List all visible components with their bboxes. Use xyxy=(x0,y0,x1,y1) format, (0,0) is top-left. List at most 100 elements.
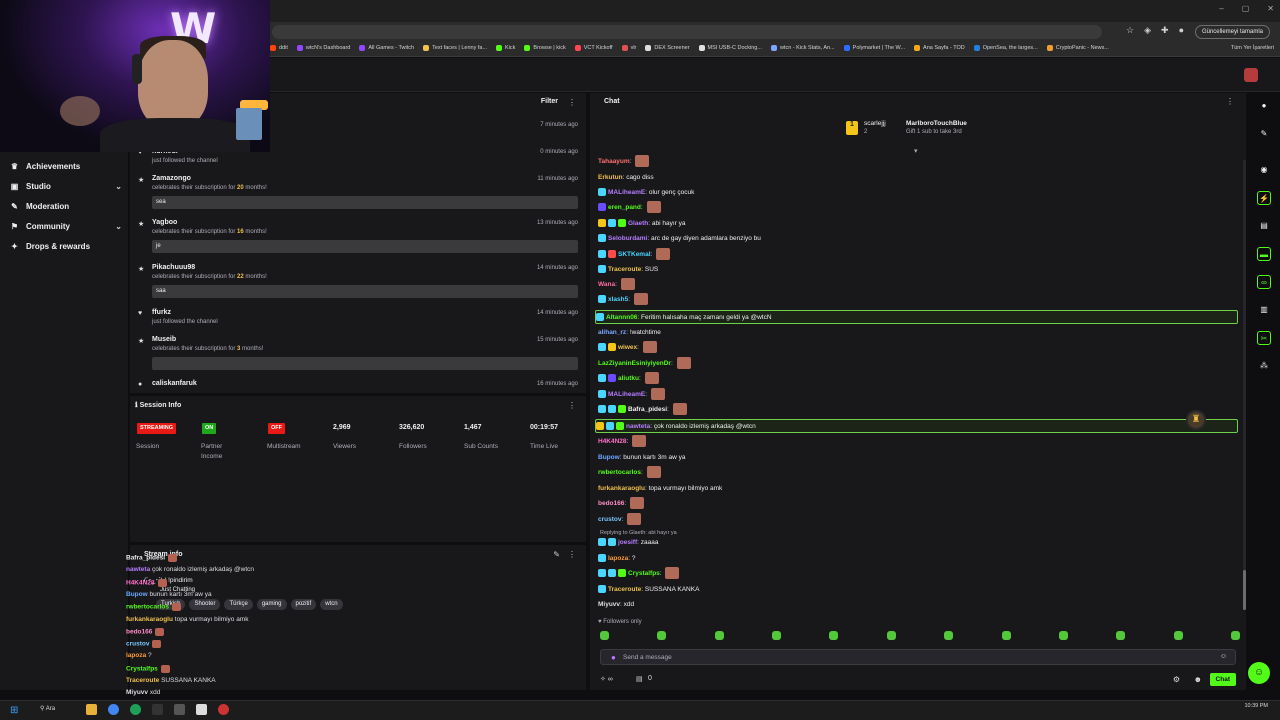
lightning-icon[interactable]: ⚡ xyxy=(1257,191,1271,205)
chat-scrollbar[interactable] xyxy=(1243,160,1246,610)
more-options-icon[interactable]: ⋮ xyxy=(568,98,576,107)
emote-icon[interactable] xyxy=(1116,631,1126,640)
bookmark-item[interactable]: Kick xyxy=(496,45,515,51)
sidebar-item-community[interactable]: ⚑ Community ⌄ xyxy=(10,222,122,231)
chat-username[interactable]: Altannn06 xyxy=(606,314,637,321)
puzzle-icon[interactable]: ✚ xyxy=(1161,25,1169,36)
bookmark-item[interactable]: CryptoPanic - News... xyxy=(1046,45,1109,51)
chat-username[interactable]: SKTKemal xyxy=(618,251,651,258)
feed-username[interactable]: Yagboo xyxy=(152,219,177,226)
taskbar-search[interactable]: ⚲ Ara xyxy=(40,705,55,712)
chat-username[interactable]: Bupow xyxy=(598,454,620,461)
chat-username[interactable]: Glaeth xyxy=(628,220,648,227)
pencil-icon[interactable]: ✎ xyxy=(1257,127,1271,141)
help-chat-button[interactable]: ☺ xyxy=(1248,662,1270,684)
chevron-down-icon[interactable]: ⌄ xyxy=(115,182,122,191)
bookmark-item[interactable]: All Games - Twitch xyxy=(359,45,414,51)
bookmark-item[interactable]: Browse | kick xyxy=(524,45,566,51)
points-icon[interactable]: ✧ ∞ xyxy=(600,675,613,683)
chat-username[interactable]: Traceroute xyxy=(608,266,641,273)
chat-username[interactable]: Bafra_pidesi xyxy=(628,406,667,413)
chat-username[interactable]: MALiheamE xyxy=(608,391,645,398)
bookmark-item[interactable]: MSI USB-C Docking... xyxy=(698,45,762,51)
app-icon[interactable] xyxy=(196,704,207,715)
bookmark-item[interactable]: Polymarket | The W... xyxy=(843,45,905,51)
chat-username[interactable]: Seloburdami xyxy=(608,235,647,242)
feed-username[interactable]: Zamazongo xyxy=(152,175,191,182)
chat-username[interactable]: Traceroute xyxy=(608,586,641,593)
link-icon[interactable]: ∞ xyxy=(1257,275,1271,289)
feed-username[interactable]: ffurkz xyxy=(152,309,171,316)
emote-icon[interactable] xyxy=(829,631,839,640)
floating-mascot-icon[interactable]: ♜ xyxy=(1186,410,1206,430)
app-icon[interactable] xyxy=(218,704,229,715)
bookmark-item[interactable]: VCT Kickoff xyxy=(574,45,613,51)
emote-icon[interactable] xyxy=(944,631,954,640)
emote-icon[interactable] xyxy=(772,631,782,640)
bookmark-item[interactable]: Ana Sayfa - TOD xyxy=(914,45,965,51)
session-more-icon[interactable]: ⋮ xyxy=(568,401,576,410)
chat-username[interactable]: nawteta xyxy=(626,423,650,430)
profile-icon[interactable]: ● xyxy=(1179,25,1184,36)
sidebar-item-drops-rewards[interactable]: ✦ Drops & rewards xyxy=(10,242,122,251)
windows-start-icon[interactable]: ⊞ xyxy=(10,705,18,716)
chat-username[interactable]: crustov xyxy=(598,516,621,523)
chat-input[interactable] xyxy=(623,652,1203,663)
chat-username[interactable]: wiwex xyxy=(618,344,637,351)
app-icon[interactable] xyxy=(152,704,163,715)
camera-icon[interactable]: ◉ xyxy=(1257,163,1271,177)
chat-username[interactable]: xlash5 xyxy=(608,296,628,303)
chat-username[interactable]: rwbertocarlos xyxy=(598,469,641,476)
emoji-icon[interactable]: ☺ xyxy=(1220,653,1227,660)
gift-leaderboard[interactable]: 1 scarlejjj 2 MarlboroTouchBlue Gift 1 s… xyxy=(846,119,996,145)
emote-icon[interactable] xyxy=(1058,631,1068,640)
chat-username[interactable]: lapoza xyxy=(608,555,628,562)
users-icon[interactable]: ☻ xyxy=(1194,675,1202,684)
chat-username[interactable]: eren_pand xyxy=(608,204,641,211)
chevron-down-icon[interactable]: ⌄ xyxy=(115,222,122,231)
server-icon[interactable]: ▥ xyxy=(1257,303,1271,317)
send-chat-button[interactable]: Chat xyxy=(1209,673,1236,686)
chat-username[interactable]: aliutku xyxy=(618,375,639,382)
chat-username[interactable]: Wana xyxy=(598,281,615,288)
chrome-icon[interactable] xyxy=(108,704,119,715)
address-bar[interactable] xyxy=(272,25,1102,39)
app-icon[interactable] xyxy=(174,704,185,715)
chat-username[interactable]: MALiheamE xyxy=(608,189,645,196)
info-icon[interactable]: ● xyxy=(1257,99,1271,113)
emote-icon[interactable] xyxy=(886,631,896,640)
maximize-icon[interactable]: ▢ xyxy=(1242,4,1250,13)
chat-username[interactable]: alihan_rz xyxy=(598,329,626,336)
stream-info-more-icon[interactable]: ⋮ xyxy=(568,550,576,559)
bookmark-item[interactable]: DEX Screener xyxy=(645,45,690,51)
sidebar-item-studio[interactable]: ▣ Studio ⌄ xyxy=(10,182,122,191)
emote-icon[interactable] xyxy=(1173,631,1183,640)
update-button[interactable]: Güncellemeyi tamamla xyxy=(1194,25,1270,39)
sidebar-item-moderation[interactable]: ✎ Moderation xyxy=(10,202,122,211)
chat-username[interactable]: Tahaayum xyxy=(598,158,630,165)
bookmark-item[interactable]: vlr xyxy=(621,45,636,51)
mic-icon[interactable]: ● xyxy=(611,653,616,662)
settings-icon[interactable]: ⚙ xyxy=(1173,675,1180,684)
star-icon[interactable]: ☆ xyxy=(1126,25,1134,36)
minimize-icon[interactable]: – xyxy=(1219,4,1223,13)
chat-username[interactable]: joesiff xyxy=(618,539,637,546)
chat-input-box[interactable]: ● ☺ xyxy=(600,649,1236,665)
chat-username[interactable]: Crystalfps xyxy=(628,570,660,577)
filter-button[interactable]: Filter xyxy=(541,98,558,105)
bookmark-item[interactable]: ddit xyxy=(270,45,288,51)
feed-username[interactable]: Pikachuuu98 xyxy=(152,264,195,271)
nodes-icon[interactable]: ⁂ xyxy=(1257,359,1271,373)
chat-username[interactable]: LazZiyaninEsiniyiyenDr xyxy=(598,360,671,367)
chat-username[interactable]: furkankaraoglu xyxy=(598,485,645,492)
extension-icon[interactable]: ◈ xyxy=(1144,25,1151,36)
chat-username[interactable]: H4K4N28 xyxy=(598,438,627,445)
document-icon[interactable]: ▤ xyxy=(1257,219,1271,233)
sidebar-item-achievements[interactable]: ♛ Achievements xyxy=(10,162,122,171)
wrench-icon[interactable]: ✂ xyxy=(1257,331,1271,345)
save-icon[interactable]: ▤ xyxy=(636,675,643,683)
whatsapp-icon[interactable] xyxy=(130,704,141,715)
bookmark-item[interactable]: wtcn - Kick Stats, An... xyxy=(770,45,835,51)
emote-icon[interactable] xyxy=(1001,631,1011,640)
folder-icon[interactable] xyxy=(86,704,97,715)
